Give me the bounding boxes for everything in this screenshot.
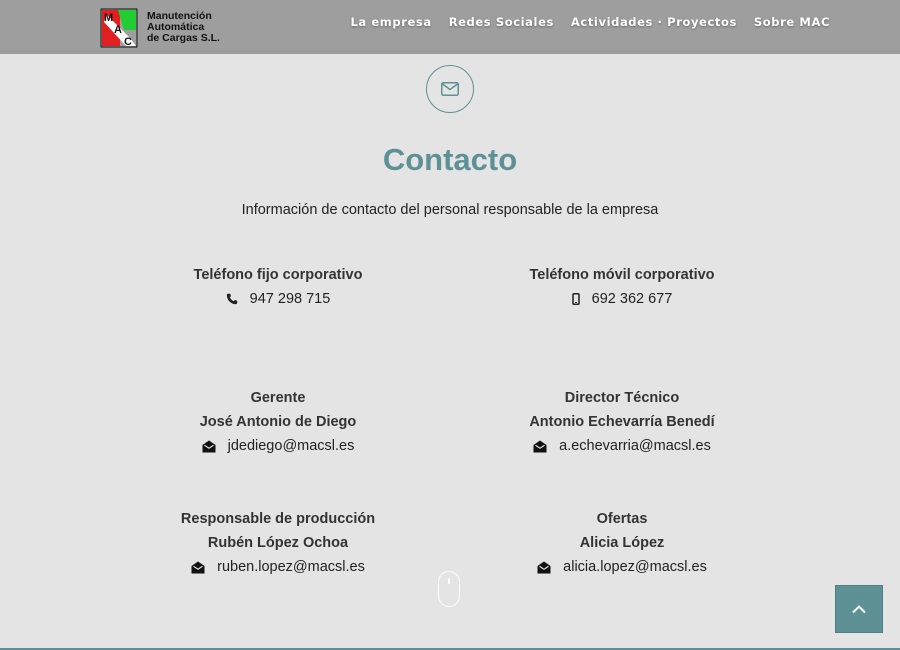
contact-name: Antonio Echevarría Benedí <box>529 414 715 430</box>
page-title: Contacto <box>382 142 518 177</box>
contact-role: Responsable de producción <box>180 511 376 527</box>
nav-item-sobre-mac[interactable]: Sobre MAC <box>754 15 830 29</box>
contact-email-link[interactable]: jdediego@macsl.es <box>228 434 355 458</box>
logo-letter-c: C <box>124 36 132 48</box>
contact-email-link[interactable]: alicia.lopez@macsl.es <box>563 555 707 579</box>
envelope-open-icon <box>202 440 216 452</box>
scroll-down-mouse-icon[interactable] <box>438 571 460 607</box>
logo-line: de Cargas S.L. <box>147 32 220 44</box>
contact-email-line: ruben.lopez@macsl.es <box>128 555 428 579</box>
nav-item-actividades-proyectos[interactable]: Actividades · Proyectos <box>571 15 737 29</box>
top-navbar: M A C Manutención Automática de Cargas S… <box>0 0 900 54</box>
contact-card-ofertas: Ofertas Alicia López alicia.lopez@macsl.… <box>472 507 772 579</box>
contact-name: José Antonio de Diego <box>199 414 357 430</box>
phone-card-mobile: Teléfono móvil corporativo 692 362 677 <box>472 263 772 311</box>
page-subtitle: Información de contacto del personal res… <box>241 202 659 218</box>
nav-item-la-empresa[interactable]: La empresa <box>351 15 432 29</box>
logo-company-name: Manutención Automática de Cargas S.L. <box>147 11 237 44</box>
envelope-open-icon <box>533 440 547 452</box>
phone-line: 692 362 677 <box>472 287 772 311</box>
contact-section-icon-circle <box>426 65 474 113</box>
phone-number[interactable]: 947 298 715 <box>250 287 331 311</box>
contact-email-link[interactable]: ruben.lopez@macsl.es <box>217 555 365 579</box>
contact-role: Ofertas <box>596 511 648 527</box>
phone-icon <box>226 293 237 305</box>
back-to-top-button[interactable] <box>835 585 883 633</box>
contact-name: Rubén López Ochoa <box>207 535 349 551</box>
logo-letter-m: M <box>104 12 113 24</box>
envelope-icon <box>441 82 459 96</box>
phone-number[interactable]: 692 362 677 <box>592 287 673 311</box>
chevron-up-icon <box>852 605 866 614</box>
contact-card-gerente: Gerente José Antonio de Diego jdediego@m… <box>128 386 428 458</box>
phone-label: Teléfono fijo corporativo <box>193 267 363 283</box>
phone-line: 947 298 715 <box>128 287 428 311</box>
contact-name: Alicia López <box>579 535 665 551</box>
contact-card-responsable-produccion: Responsable de producción Rubén López Oc… <box>128 507 428 579</box>
contact-email-link[interactable]: a.echevarria@macsl.es <box>559 434 711 458</box>
contact-email-line: jdediego@macsl.es <box>128 434 428 458</box>
main-nav: La empresa Redes Sociales Actividades · … <box>351 15 831 29</box>
mac-logo-mark: M A C <box>100 8 138 48</box>
contact-email-line: alicia.lopez@macsl.es <box>472 555 772 579</box>
mobile-icon <box>571 293 580 305</box>
company-logo[interactable]: M A C Manutención Automática de Cargas S… <box>100 8 230 48</box>
contact-role: Gerente <box>250 390 306 406</box>
contact-card-director-tecnico: Director Técnico Antonio Echevarría Bene… <box>472 386 772 458</box>
phone-card-landline: Teléfono fijo corporativo 947 298 715 <box>128 263 428 311</box>
envelope-open-icon <box>537 561 551 573</box>
contact-email-line: a.echevarria@macsl.es <box>472 434 772 458</box>
phone-label: Teléfono móvil corporativo <box>529 267 715 283</box>
contact-role: Director Técnico <box>564 390 680 406</box>
nav-item-redes-sociales[interactable]: Redes Sociales <box>449 15 554 29</box>
logo-letter-a: A <box>114 24 122 36</box>
envelope-open-icon <box>191 561 205 573</box>
